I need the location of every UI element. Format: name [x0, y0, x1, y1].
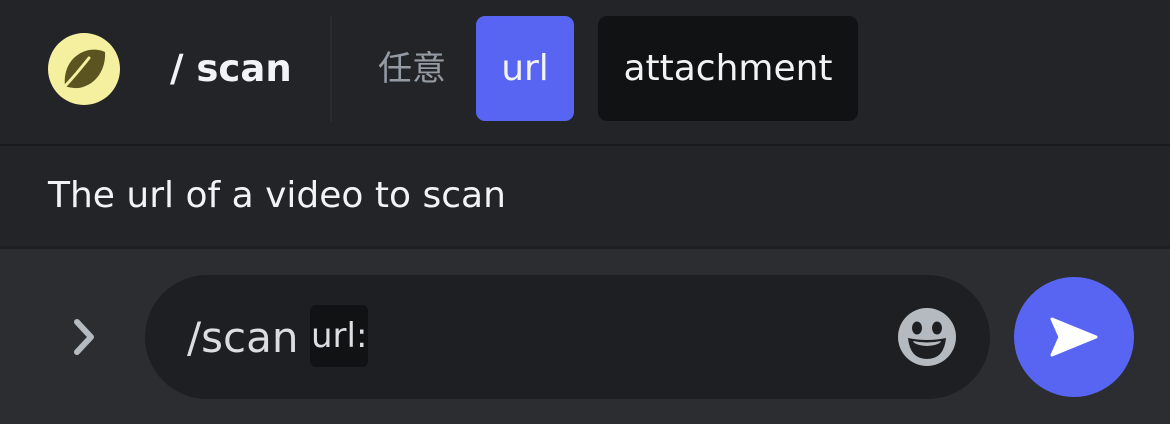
emoji-icon [898, 308, 956, 366]
slash-command-panel: / scan 任意 url attachment The url of a vi… [0, 0, 1170, 424]
emoji-button[interactable] [897, 307, 957, 367]
command-name: / scan [170, 47, 292, 90]
app-avatar [48, 33, 120, 105]
chevron-right-icon [74, 319, 94, 355]
option-chip-attachment[interactable]: attachment [598, 16, 858, 121]
option-description-row: The url of a video to scan [0, 146, 1170, 246]
message-input[interactable]: /scan url: [145, 275, 990, 399]
option-chip-url[interactable]: url [476, 16, 574, 121]
option-description: The url of a video to scan [48, 175, 506, 216]
header-divider [330, 16, 332, 122]
send-button[interactable] [1014, 277, 1134, 397]
typed-option-token[interactable]: url: [310, 305, 369, 367]
typed-command: /scan [187, 313, 299, 362]
send-icon [1050, 317, 1098, 357]
expand-button[interactable] [60, 311, 108, 363]
message-input-bar: /scan url: [0, 249, 1170, 424]
optional-label: 任意 [378, 49, 446, 89]
command-header: / scan 任意 url attachment [0, 0, 1170, 144]
leaf-icon [63, 49, 106, 89]
